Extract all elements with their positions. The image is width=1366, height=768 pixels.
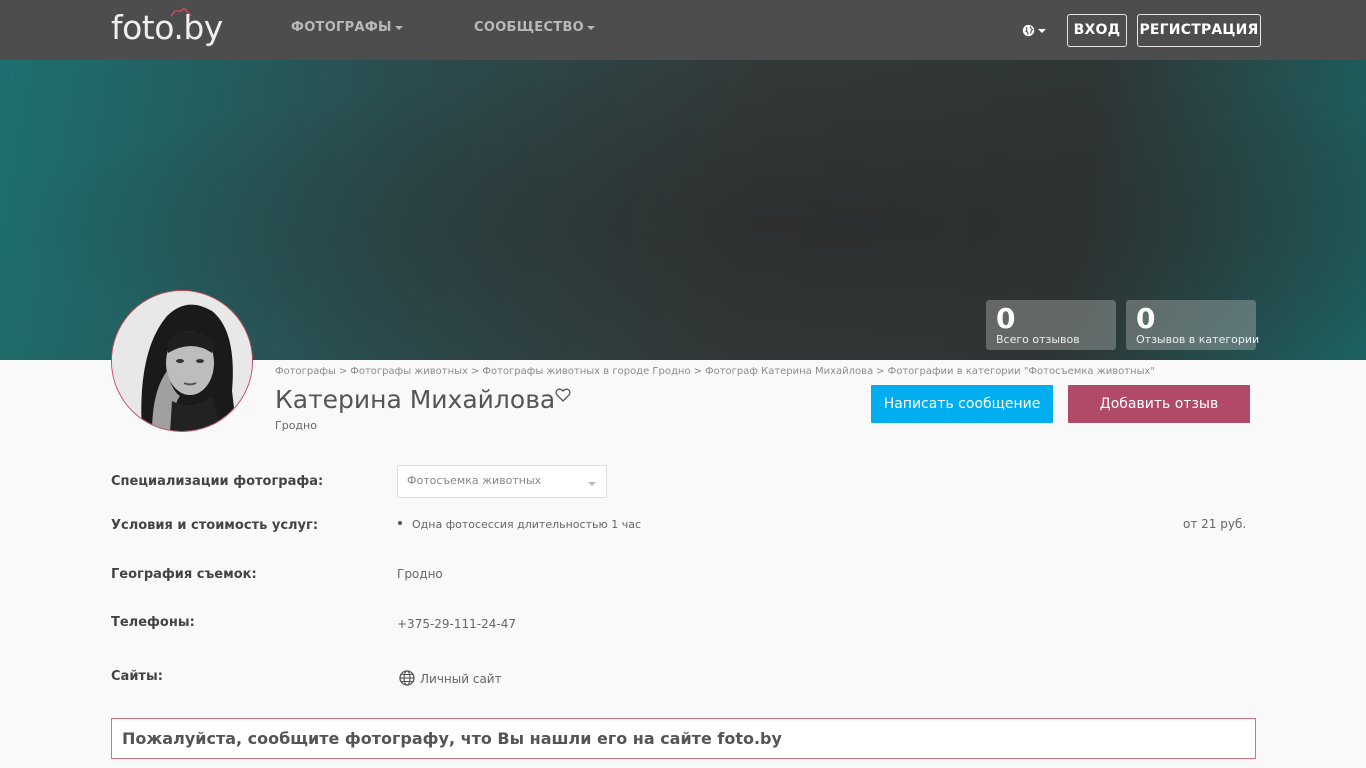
top-navbar: foto.by ФОТОГРАФЫ СООБЩЕСТВО ВХОД РЕГИСТ…	[0, 0, 1366, 60]
geography-label: География съемок:	[111, 567, 257, 582]
breadcrumb-separator: >	[470, 366, 480, 377]
specialization-select[interactable]: Фотосъемка животных	[397, 465, 607, 498]
total-reviews-count: 0	[996, 302, 1016, 335]
bullet-icon	[398, 521, 402, 525]
category-reviews-label: Отзывов в категории	[1136, 333, 1260, 346]
geography-value: Гродно	[397, 567, 443, 581]
nav-photographers-label: ФОТОГРАФЫ	[291, 20, 392, 35]
chevron-down-icon	[588, 482, 596, 486]
logo-text: foto.by	[111, 8, 223, 47]
breadcrumb-separator: >	[876, 366, 885, 377]
language-switcher[interactable]	[1022, 22, 1048, 38]
service-price: от 21 руб.	[1183, 517, 1247, 531]
breadcrumb-separator: >	[693, 366, 702, 377]
specialization-label: Специализации фотографа:	[111, 474, 324, 489]
chevron-down-icon	[587, 25, 596, 30]
category-reviews-count: 0	[1136, 302, 1156, 335]
breadcrumb-item: Фотографии в категории "Фотосъемка живот…	[887, 366, 1156, 377]
category-reviews-stat: 0 Отзывов в категории	[1126, 300, 1260, 350]
phone-value[interactable]: +375-29-111-24-47	[397, 617, 516, 631]
nav-community-dropdown[interactable]: СООБЩЕСТВО	[474, 20, 596, 35]
phones-label: Телефоны:	[111, 615, 195, 630]
total-reviews-stat: 0 Всего отзывов	[986, 300, 1116, 350]
personal-site-link[interactable]: Личный сайт	[420, 672, 502, 686]
globe-icon	[1022, 24, 1035, 37]
breadcrumb: Фотографы > Фотографы животных > Фотографы ж…	[275, 366, 1155, 377]
services-label: Условия и стоимость услуг:	[111, 518, 319, 533]
globe-icon	[399, 670, 415, 686]
avatar-portrait-image	[112, 291, 252, 431]
sites-label: Сайты:	[111, 669, 163, 684]
login-button[interactable]: ВХОД	[1067, 14, 1127, 47]
heart-icon[interactable]	[555, 387, 571, 403]
send-message-button[interactable]: Написать сообщение	[871, 385, 1053, 423]
breadcrumb-item[interactable]: Фотограф Катерина Михайлова	[705, 366, 873, 377]
specialization-selected-value: Фотосъемка животных	[407, 474, 542, 487]
avatar[interactable]	[111, 290, 253, 432]
site-logo[interactable]: foto.by	[111, 6, 241, 47]
total-reviews-label: Всего отзывов	[996, 333, 1080, 346]
nav-community-label: СООБЩЕСТВО	[474, 20, 585, 35]
notice-text: Пожалуйста, сообщите фотографу, что Вы н…	[122, 729, 782, 748]
chevron-down-icon	[394, 25, 403, 30]
chevron-down-icon	[1038, 29, 1046, 33]
notice-banner: Пожалуйста, сообщите фотографу, что Вы н…	[111, 718, 1256, 759]
nav-photographers-dropdown[interactable]: ФОТОГРАФЫ	[291, 20, 403, 35]
add-review-button[interactable]: Добавить отзыв	[1068, 385, 1250, 423]
page-title: Катерина Михайлова	[275, 385, 556, 414]
service-item: Одна фотосессия длительностью 1 час	[412, 518, 642, 531]
breadcrumb-separator: >	[338, 366, 348, 377]
register-button[interactable]: РЕГИСТРАЦИЯ	[1137, 14, 1261, 47]
breadcrumb-item[interactable]: Фотографы животных	[350, 366, 468, 377]
breadcrumb-item[interactable]: Фотографы	[275, 366, 336, 377]
breadcrumb-item[interactable]: Фотографы животных в городе Гродно	[482, 366, 690, 377]
profile-city: Гродно	[275, 419, 317, 432]
